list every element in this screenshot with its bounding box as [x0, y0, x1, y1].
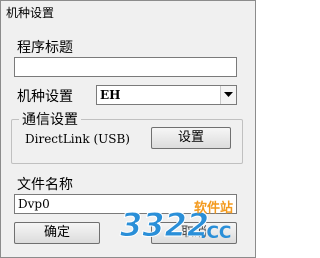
window-title: 机种设置: [6, 6, 55, 20]
dropdown-button[interactable]: [220, 86, 236, 104]
ok-button[interactable]: 确定: [14, 222, 100, 244]
filename-label: 文件名称: [17, 177, 73, 193]
watermark-domain: .CC: [200, 223, 231, 243]
program-title-label: 程序标题: [17, 40, 73, 56]
title-bar[interactable]: 机种设置: [1, 1, 255, 21]
model-label: 机种设置: [17, 89, 73, 105]
model-selected-value: EH: [100, 88, 121, 102]
comm-settings-button[interactable]: 设置: [151, 127, 231, 149]
watermark-logo: 3322 软件站 .CC: [120, 200, 234, 245]
program-title-input[interactable]: [14, 57, 237, 77]
watermark-tag: 软件站: [194, 200, 233, 216]
chevron-down-icon: [224, 92, 233, 97]
connection-type: DirectLink (USB): [25, 132, 130, 146]
comm-settings-label: 通信设置: [19, 109, 81, 129]
model-dropdown[interactable]: EH: [96, 85, 237, 105]
